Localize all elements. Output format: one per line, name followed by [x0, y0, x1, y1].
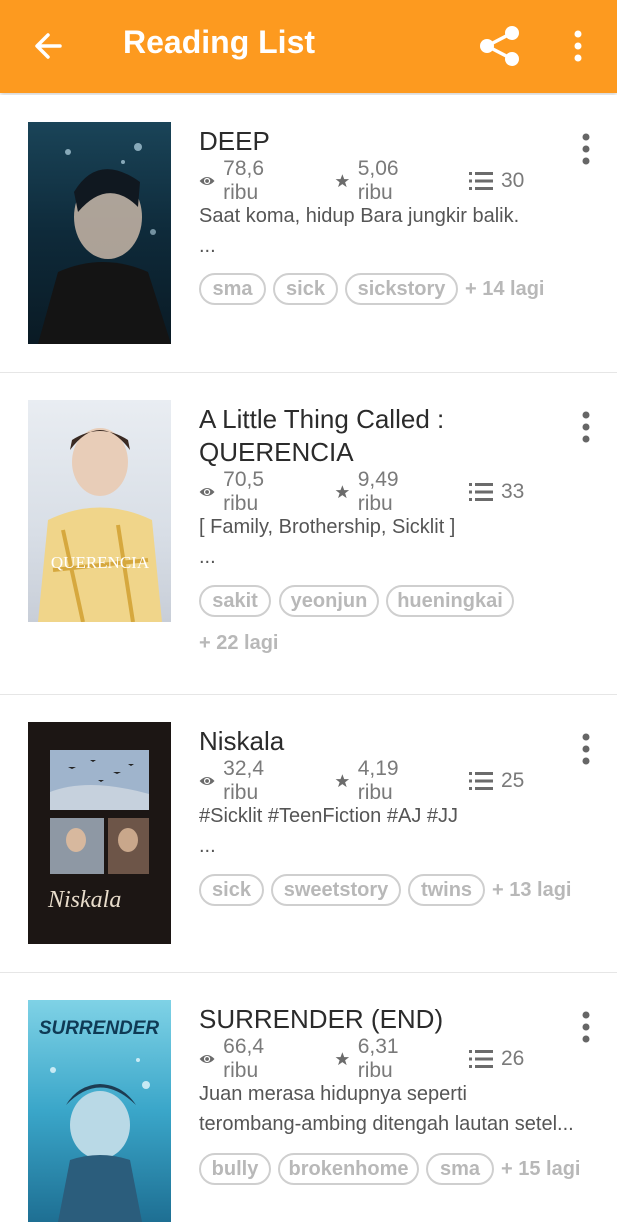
tag-chip[interactable]: twins	[408, 874, 485, 906]
tag-chip[interactable]: sweetstory	[271, 874, 401, 906]
tag-chip[interactable]: sick	[199, 874, 264, 906]
back-arrow-icon[interactable]	[30, 28, 66, 64]
star-icon	[335, 485, 350, 499]
story-cover[interactable]	[28, 122, 171, 344]
tag-chip[interactable]: sma	[426, 1153, 494, 1185]
story-card[interactable]: Niskala Niskala 32,4 ribu 4,19 ribu 25 #…	[0, 695, 617, 973]
story-card[interactable]: QUERENCIA A Little Thing Called : QUEREN…	[0, 373, 617, 695]
more-tags[interactable]: + 22 lagi	[199, 627, 279, 659]
story-title[interactable]: DEEP	[199, 125, 559, 158]
description-line: ...	[199, 835, 216, 857]
page-title: Reading List	[123, 24, 316, 60]
star-icon	[335, 1052, 350, 1066]
story-description: [ Family, Brothership, Sicklit ] ...	[199, 512, 591, 572]
cover-title-text: Niskala	[47, 887, 121, 913]
story-menu-icon[interactable]	[574, 731, 598, 767]
share-icon[interactable]	[476, 24, 524, 68]
votes-count: 9,49 ribu	[357, 468, 399, 515]
story-cover[interactable]: Niskala	[28, 722, 171, 944]
more-tags[interactable]: + 15 lagi	[501, 1153, 581, 1185]
story-title[interactable]: Niskala	[199, 725, 559, 758]
more-tags[interactable]: + 14 lagi	[465, 273, 545, 305]
views-count: 32,4 ribu	[223, 757, 265, 804]
views-count: 70,5 ribu	[223, 468, 265, 515]
votes-count: 6,31 ribu	[357, 1035, 399, 1082]
more-tags[interactable]: + 13 lagi	[492, 874, 572, 906]
parts-count: 30	[501, 169, 525, 192]
story-card[interactable]: SURRENDER SURRENDER (END) 66,4 ribu 6,31…	[0, 973, 617, 1222]
tag-chip[interactable]: sakit	[199, 585, 271, 617]
eye-icon	[199, 776, 215, 786]
list-icon	[469, 483, 493, 501]
description-line: [ Family, Brothership, Sicklit ]	[199, 516, 456, 538]
story-menu-icon[interactable]	[574, 409, 598, 445]
description-line: Saat koma, hidup Bara jungkir balik.	[199, 205, 520, 227]
eye-icon	[199, 1054, 215, 1064]
description-line: ...	[199, 235, 216, 257]
tag-chip[interactable]: brokenhome	[278, 1153, 419, 1185]
parts-count: 25	[501, 769, 525, 792]
description-line: ...	[199, 546, 216, 568]
story-card[interactable]: DEEP 78,6 ribu 5,06 ribu 30 Saat koma, h…	[0, 95, 617, 373]
views-count: 78,6 ribu	[223, 157, 265, 204]
list-icon	[469, 1050, 493, 1068]
votes-count: 5,06 ribu	[357, 157, 399, 204]
story-description: Juan merasa hidupnya seperti terombang-a…	[199, 1079, 591, 1139]
parts-count: 26	[501, 1047, 525, 1070]
tag-chip[interactable]: yeonjun	[279, 585, 379, 617]
tag-chip[interactable]: sick	[273, 273, 338, 305]
description-line: terombang-ambing ditengah lautan setel..…	[199, 1113, 574, 1135]
list-icon	[469, 772, 493, 790]
list-icon	[469, 172, 493, 190]
story-cover[interactable]: QUERENCIA	[28, 400, 171, 622]
story-menu-icon[interactable]	[574, 131, 598, 167]
eye-icon	[199, 176, 215, 186]
eye-icon	[199, 487, 215, 497]
story-description: Saat koma, hidup Bara jungkir balik. ...	[199, 201, 591, 261]
star-icon	[335, 774, 350, 788]
tag-chip[interactable]: sma	[199, 273, 266, 305]
cover-title-text: SURRENDER	[39, 1018, 160, 1039]
app-bar: Reading List	[0, 0, 617, 93]
description-line: Juan merasa hidupnya seperti	[199, 1083, 467, 1105]
tag-chip[interactable]: bully	[199, 1153, 271, 1185]
description-line: #Sicklit #TeenFiction #AJ #JJ	[199, 805, 459, 827]
overflow-menu-icon[interactable]	[566, 28, 590, 64]
story-cover[interactable]: SURRENDER	[28, 1000, 171, 1222]
story-title[interactable]: A Little Thing Called : QUERENCIA	[199, 403, 559, 469]
views-count: 66,4 ribu	[223, 1035, 265, 1082]
story-description: #Sicklit #TeenFiction #AJ #JJ ...	[199, 801, 591, 861]
story-menu-icon[interactable]	[574, 1009, 598, 1045]
tag-chip[interactable]: sickstory	[345, 273, 458, 305]
star-icon	[335, 174, 350, 188]
story-title[interactable]: SURRENDER (END)	[199, 1003, 559, 1036]
tag-chip[interactable]: hueningkai	[386, 585, 514, 617]
cover-title-text: QUERENCIA	[51, 553, 150, 572]
parts-count: 33	[501, 480, 525, 503]
votes-count: 4,19 ribu	[357, 757, 399, 804]
